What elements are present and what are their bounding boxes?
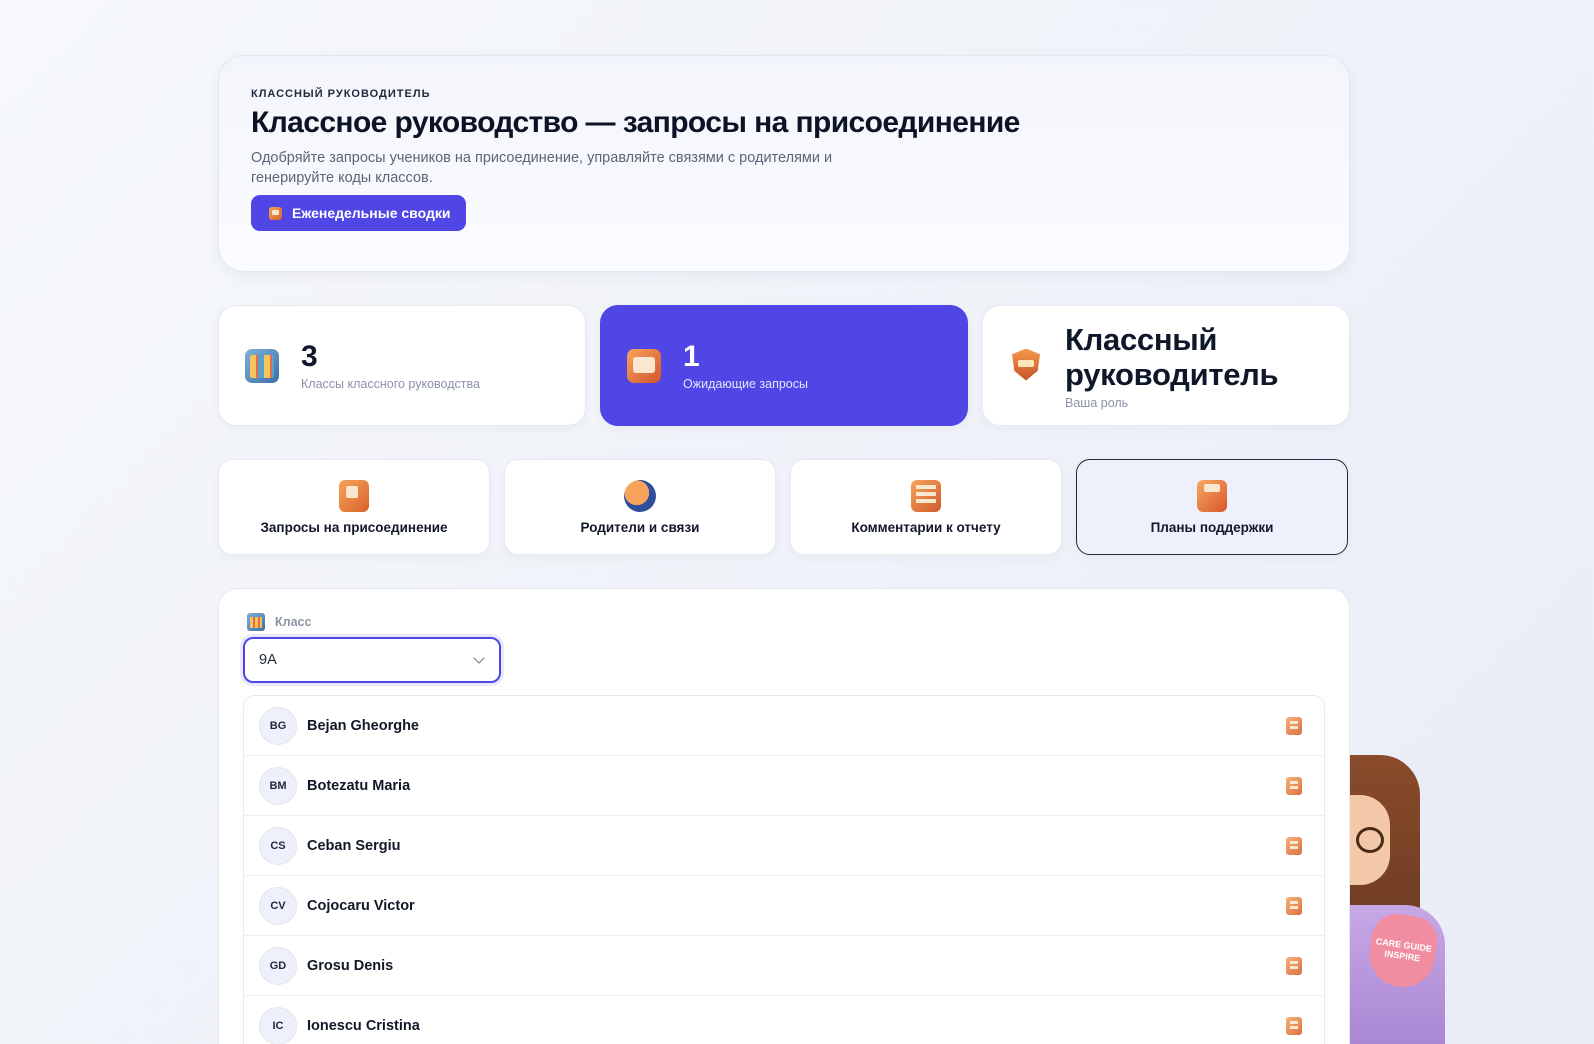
list-item[interactable]: CV Cojocaru Victor — [244, 876, 1324, 936]
support-plan-icon[interactable] — [1286, 956, 1302, 975]
stat-label: Классы классного руководства — [301, 376, 480, 391]
support-plan-icon[interactable] — [1286, 896, 1302, 915]
weekly-summaries-button[interactable]: Еженедельные сводки — [251, 195, 467, 231]
avatar: CV — [259, 886, 297, 925]
avatar: GD — [259, 946, 297, 985]
stat-your-role: Классный руководитель Ваша роль — [982, 305, 1350, 426]
tab-label: Запросы на присоединение — [260, 519, 448, 535]
avatar: IC — [259, 1006, 297, 1044]
support-plan-icon[interactable] — [1286, 716, 1302, 735]
hero-card: КЛАССНЫЙ РУКОВОДИТЕЛЬ Классное руководст… — [218, 55, 1350, 272]
avatar: BG — [259, 706, 297, 745]
student-name: Ceban Sergiu — [307, 837, 401, 854]
class-field-label: Класс — [247, 613, 1325, 631]
list-item[interactable]: BG Bejan Gheorghe — [244, 696, 1324, 756]
tab-label: Комментарии к отчету — [851, 519, 1001, 535]
student-name: Botezatu Maria — [307, 777, 411, 794]
class-label-text: Класс — [275, 615, 312, 629]
hero-eyebrow: КЛАССНЫЙ РУКОВОДИТЕЛЬ — [251, 88, 431, 100]
list-item[interactable]: IC Ionescu Cristina — [244, 996, 1324, 1044]
stat-label: Ожидающие запросы — [683, 376, 808, 391]
tab-label: Планы поддержки — [1150, 519, 1274, 535]
class-select-value: 9A — [259, 652, 277, 668]
report-comment-icon — [911, 479, 941, 512]
summary-icon — [269, 206, 282, 220]
section-tabs: Запросы на присоединение Родители и связ… — [218, 459, 1350, 555]
glasses-icon — [1356, 827, 1384, 853]
support-plan-icon[interactable] — [1286, 776, 1302, 795]
class-select[interactable]: 9A — [243, 637, 501, 683]
stat-value: Классный руководитель — [1065, 321, 1279, 392]
stat-pending-requests[interactable]: 1 Ожидающие запросы — [600, 305, 968, 426]
stat-value: 1 — [683, 339, 700, 373]
tab-report-comments[interactable]: Комментарии к отчету — [790, 459, 1062, 555]
avatar: BM — [259, 766, 297, 805]
support-plan-icon — [1197, 479, 1227, 512]
support-plans-panel: Класс 9A BG Bejan Gheorghe BM Botezatu M… — [218, 588, 1350, 1044]
mailbox-icon — [627, 348, 661, 383]
page-container: КЛАССНЫЙ РУКОВОДИТЕЛЬ Классное руководст… — [218, 55, 1350, 1044]
stats-row: 3 Классы классного руководства 1 Ожидающ… — [218, 305, 1350, 426]
teacher-mascot-illustration: CARE GUIDE INSPIRE — [1350, 755, 1460, 1044]
tab-label: Родители и связи — [580, 519, 700, 535]
list-item[interactable]: BM Botezatu Maria — [244, 756, 1324, 816]
stat-label: Ваша роль — [1065, 395, 1129, 410]
student-list: BG Bejan Gheorghe BM Botezatu Maria CS C… — [243, 695, 1325, 1044]
list-item[interactable]: GD Grosu Denis — [244, 936, 1324, 996]
stat-homeroom-classes: 3 Классы классного руководства — [218, 305, 586, 426]
student-name: Grosu Denis — [307, 957, 394, 974]
tab-support-plans[interactable]: Планы поддержки — [1076, 459, 1348, 555]
stat-value: 3 — [301, 339, 318, 373]
parents-icon — [624, 479, 656, 512]
student-name: Ionescu Cristina — [307, 1017, 420, 1034]
classroom-grid-icon — [247, 613, 265, 631]
student-name: Cojocaru Victor — [307, 897, 415, 914]
support-plan-icon[interactable] — [1286, 1016, 1302, 1035]
shield-badge-icon — [1009, 349, 1043, 383]
hero-description: Одобряйте запросы учеников на присоедине… — [251, 150, 833, 186]
chevron-down-icon — [473, 652, 485, 664]
avatar: CS — [259, 826, 297, 865]
classroom-grid-icon — [245, 348, 279, 383]
support-plan-icon[interactable] — [1286, 836, 1302, 855]
join-request-icon — [339, 479, 369, 512]
student-name: Bejan Gheorghe — [307, 717, 419, 734]
weekly-summaries-label: Еженедельные сводки — [292, 205, 451, 221]
page-title: Классное руководство — запросы на присое… — [251, 106, 1020, 139]
tab-parents-links[interactable]: Родители и связи — [504, 459, 776, 555]
heart-sign-text: CARE GUIDE INSPIRE — [1375, 936, 1433, 964]
list-item[interactable]: CS Ceban Sergiu — [244, 816, 1324, 876]
tab-join-requests[interactable]: Запросы на присоединение — [218, 459, 490, 555]
